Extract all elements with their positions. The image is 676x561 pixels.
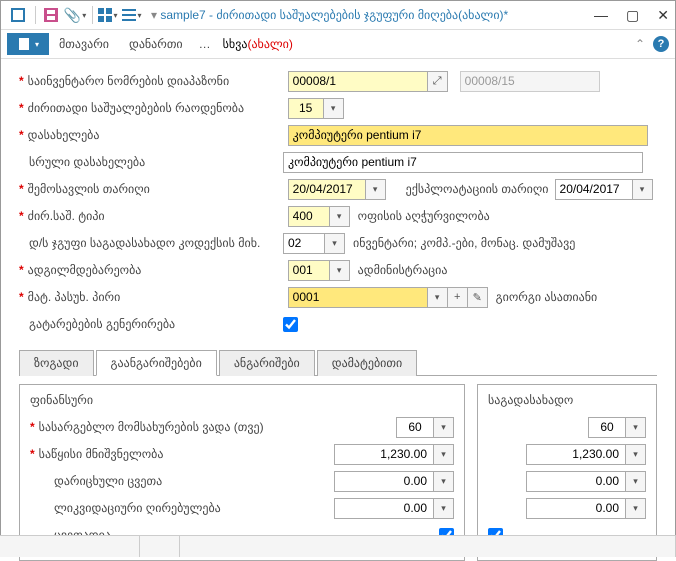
fin-initial-dd[interactable]: ▾ [434,444,454,465]
tax-months-input[interactable] [588,417,626,438]
full-name-input[interactable] [283,152,643,173]
asset-type-input[interactable] [288,206,330,227]
minimize-button[interactable]: — [594,7,608,24]
menu-other-new[interactable]: სხვა(ახალი) [217,33,299,55]
save-icon[interactable] [40,4,62,26]
window-title: ▾ sample7 - ძირითადი საშუალებების ჯგუფურ… [151,8,594,22]
menu-file[interactable]: ▾ [7,33,49,55]
label-income-date: შემოსავლის თარიღი [28,182,288,196]
label-resp-person: მატ. პასუხ. პირი [28,290,288,304]
person-input[interactable] [288,287,428,308]
menu-more[interactable]: … [193,33,217,55]
tax-accdep-input[interactable] [526,471,626,492]
label-inv-range: საინვენტარო ნომრების დიაპაზონი [28,74,288,88]
app-icon[interactable] [7,4,29,26]
fin-liq-dd[interactable]: ▾ [434,498,454,519]
tax-group-text: ინვენტარი; კომპ.-ები, მონაც. დამუშავე [353,236,575,250]
label-tax-group: დ/ს ჯგუფი საგადასახადო კოდექსის მიხ. [29,236,283,250]
location-text: ადმინისტრაცია [358,263,448,277]
fin-accdep-input[interactable] [334,471,434,492]
label-liq-value: ლიკვიდაციური ღირებულება [40,501,334,515]
asset-type-text: ოფისის აღჭურვილობა [358,209,490,223]
attach-icon[interactable]: 📎▾ [64,4,86,26]
menu-attach[interactable]: დანართი [119,33,193,55]
tax-title: საგადასახადო [488,393,646,407]
menu-main[interactable]: მთავარი [49,33,119,55]
close-button[interactable]: ✕ [657,7,669,24]
chevron-up-icon[interactable]: ⌃ [635,37,645,51]
menubar: ▾ მთავარი დანართი … სხვა(ახალი) ⌃ ? [1,29,675,59]
fin-months-input[interactable] [396,417,434,438]
person-dropdown[interactable]: ▾ [428,287,448,308]
qty-dropdown[interactable]: ▾ [324,98,344,119]
person-text: გიორგი ასათიანი [496,290,598,304]
tax-initial-dd[interactable]: ▾ [626,444,646,465]
fin-initial-input[interactable] [334,444,434,465]
label-exploit-date: ექსპლოატაციის თარიღი [406,182,549,196]
gen-postings-checkbox[interactable] [283,317,298,332]
label-qty: ძირითადი საშუალებების რაოდენობა [28,101,288,115]
tax-accdep-dd[interactable]: ▾ [626,471,646,492]
inv-to-input [460,71,600,92]
tax-group-input[interactable] [283,233,325,254]
name-input[interactable] [288,125,648,146]
location-dropdown[interactable]: ▾ [330,260,350,281]
tab-additional[interactable]: დამატებითი [317,350,417,376]
form-body: *საინვენტარო ნომრების დიაპაზონი ⤢ *ძირით… [1,59,675,343]
fin-accdep-dd[interactable]: ▾ [434,471,454,492]
tab-accounts[interactable]: ანგარიშები [219,350,315,376]
list-icon[interactable]: ▾ [121,4,143,26]
label-acc-dep: დარიცხული ცვეთა [40,474,334,488]
person-edit[interactable]: ✎ [468,287,488,308]
tab-calculations[interactable]: გაანგარიშებები [96,350,217,376]
label-gen-postings: გატარებების გენერირება [29,317,283,331]
label-useful-life: სასარგებლო მომსახურების ვადა (თვე) [39,420,396,434]
label-asset-type: ძირ.საშ. ტიპი [28,209,288,223]
tax-group-dropdown[interactable]: ▾ [325,233,345,254]
asset-type-dropdown[interactable]: ▾ [330,206,350,227]
fin-liq-input[interactable] [334,498,434,519]
help-icon[interactable]: ? [653,36,669,52]
titlebar: 📎▾ ▾ ▾ ▾ sample7 - ძირითადი საშუალებების… [1,1,675,29]
tabstrip: ზოგადი გაანგარიშებები ანგარიშები დამატებ… [19,349,657,376]
location-input[interactable] [288,260,330,281]
label-location: ადგილმდებარეობა [28,263,288,277]
fin-months-dd[interactable]: ▾ [434,417,454,438]
maximize-button[interactable]: ▢ [626,7,639,24]
person-add[interactable]: + [448,287,468,308]
qty-input[interactable] [288,98,324,119]
label-full-name: სრული დასახელება [29,155,283,169]
label-initial-value: საწყისი მნიშვნელობა [39,447,334,461]
income-date-input[interactable] [288,179,366,200]
fin-title: ფინანსური [30,393,454,407]
inv-from-input[interactable] [288,71,428,92]
inv-from-lookup[interactable]: ⤢ [428,71,448,92]
label-name: დასახელება [28,128,288,142]
exploit-date-picker[interactable]: ▾ [633,179,653,200]
tax-liq-dd[interactable]: ▾ [626,498,646,519]
tax-months-dd[interactable]: ▾ [626,417,646,438]
tax-initial-input[interactable] [526,444,626,465]
tax-liq-input[interactable] [526,498,626,519]
grid-icon[interactable]: ▾ [97,4,119,26]
exploit-date-input[interactable] [555,179,633,200]
tab-general[interactable]: ზოგადი [19,350,94,376]
income-date-picker[interactable]: ▾ [366,179,386,200]
statusbar [0,535,676,557]
